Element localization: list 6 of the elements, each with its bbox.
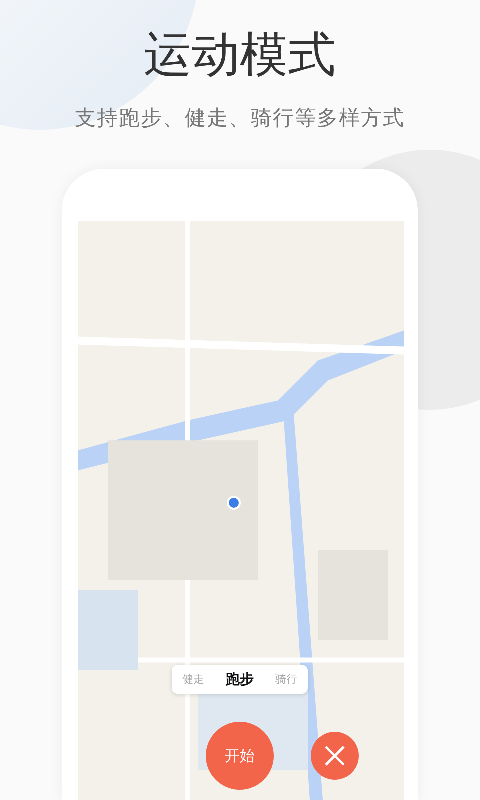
mode-tab[interactable]: 健走 bbox=[178, 670, 209, 689]
close-icon bbox=[324, 745, 346, 767]
page-subtitle: 支持跑步、健走、骑行等多样方式 bbox=[75, 105, 405, 132]
mode-tab[interactable]: 跑步 bbox=[222, 668, 258, 690]
mode-tab[interactable]: 骑行 bbox=[271, 670, 302, 689]
page-title: 运动模式 bbox=[144, 26, 336, 84]
